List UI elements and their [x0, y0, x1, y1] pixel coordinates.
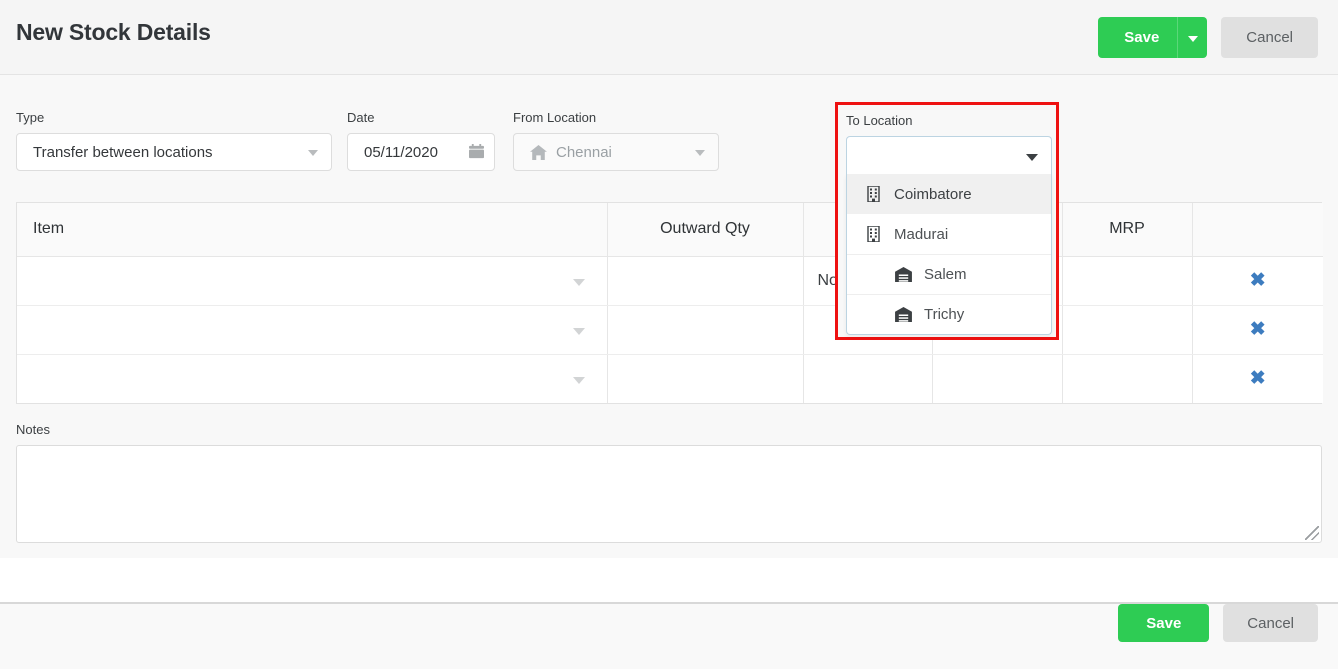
cell-item[interactable] [17, 305, 608, 355]
cell-remove: ✖ [1192, 305, 1324, 355]
chevron-down-icon[interactable] [1026, 153, 1038, 161]
column-header-item: Item [17, 203, 608, 257]
notes-textarea[interactable] [16, 445, 1322, 543]
to-location-option-salem[interactable]: Salem [847, 254, 1051, 294]
notes-label: Notes [16, 422, 50, 437]
home-icon [530, 144, 547, 160]
type-select[interactable]: Transfer between locations [16, 133, 332, 171]
cell-remove: ✖ [1192, 256, 1324, 306]
to-location-dropdown-panel: Coimbatore Madurai Salem Trichy [846, 174, 1052, 335]
building-icon [863, 186, 883, 202]
notes-section: Notes [16, 422, 1322, 543]
to-location-label: To Location [846, 113, 913, 128]
cell-uom [803, 354, 933, 403]
to-location-option-trichy[interactable]: Trichy [847, 294, 1051, 334]
column-header-outward-qty: Outward Qty [607, 203, 804, 257]
header-actions: Save Cancel [1098, 17, 1318, 58]
column-header-mrp: MRP [1062, 203, 1193, 257]
cell-outward-qty[interactable] [607, 256, 804, 306]
chevron-down-icon [695, 150, 705, 156]
footer-cancel-button[interactable]: Cancel [1223, 604, 1318, 642]
chevron-down-icon[interactable] [572, 327, 585, 335]
page-header: New Stock Details Save Cancel [0, 0, 1338, 75]
from-location-select[interactable]: Chennai [513, 133, 719, 171]
resize-handle-icon[interactable] [1305, 526, 1319, 540]
to-location-option-coimbatore[interactable]: Coimbatore [847, 174, 1051, 214]
items-table: Item Outward Qty MRP Nos ✖ ✖ ✖ [16, 202, 1324, 404]
cell-remove: ✖ [1192, 354, 1323, 403]
type-select-value: Transfer between locations [33, 143, 213, 161]
to-location-option-madurai[interactable]: Madurai [847, 214, 1051, 254]
footer-actions: Save Cancel [1118, 604, 1318, 642]
remove-row-icon[interactable]: ✖ [1193, 271, 1324, 290]
column-header-actions [1192, 203, 1323, 257]
cell-mrp[interactable] [1062, 256, 1193, 306]
footer-save-button[interactable]: Save [1118, 604, 1210, 642]
field-to-location: To Location Coimbatore Madurai Salem Tri… [846, 113, 1052, 335]
remove-row-icon[interactable]: ✖ [1193, 320, 1324, 339]
option-label: Salem [924, 266, 967, 283]
table-row: ✖ [17, 305, 1324, 355]
cell-item[interactable] [17, 256, 608, 306]
option-label: Madurai [894, 225, 949, 243]
to-location-highlight: To Location Coimbatore Madurai Salem Tri… [835, 102, 1059, 340]
cell-item[interactable] [17, 354, 608, 403]
chevron-down-icon [308, 150, 318, 156]
cell-outward-qty[interactable] [607, 354, 804, 403]
date-input[interactable]: 05/11/2020 [347, 133, 495, 171]
chevron-down-icon[interactable] [572, 376, 585, 384]
option-label: Trichy [924, 306, 965, 323]
save-button[interactable]: Save [1098, 17, 1178, 58]
option-label: Coimbatore [894, 185, 972, 203]
from-location-value: Chennai [556, 143, 612, 161]
save-split-button[interactable]: Save [1098, 17, 1208, 58]
to-location-select[interactable] [846, 136, 1052, 174]
date-value: 05/11/2020 [364, 143, 438, 161]
footer-divider [0, 558, 1338, 604]
building-icon [863, 226, 883, 242]
date-label: Date [347, 110, 375, 125]
remove-row-icon[interactable]: ✖ [1193, 369, 1324, 388]
field-date: Date 05/11/2020 [347, 110, 495, 171]
from-location-label: From Location [513, 110, 597, 125]
field-type: Type Transfer between locations [16, 110, 332, 171]
chevron-down-icon[interactable] [572, 278, 585, 286]
warehouse-icon [893, 267, 913, 282]
table-header-row: Item Outward Qty MRP [17, 203, 1323, 257]
field-from-location: From Location Chennai [513, 110, 719, 171]
cancel-button[interactable]: Cancel [1221, 17, 1318, 58]
cell-mrp[interactable] [1062, 305, 1193, 355]
cell-outward-qty[interactable] [607, 305, 804, 355]
calendar-icon[interactable] [469, 144, 484, 159]
warehouse-icon [893, 307, 913, 322]
table-row: ✖ [17, 354, 1323, 403]
type-label: Type [16, 110, 45, 125]
save-dropdown-caret-icon[interactable] [1177, 17, 1208, 58]
page-title: New Stock Details [16, 19, 211, 45]
cell-blank[interactable] [932, 354, 1063, 403]
table-row: Nos ✖ [17, 256, 1324, 306]
cell-mrp[interactable] [1062, 354, 1193, 403]
